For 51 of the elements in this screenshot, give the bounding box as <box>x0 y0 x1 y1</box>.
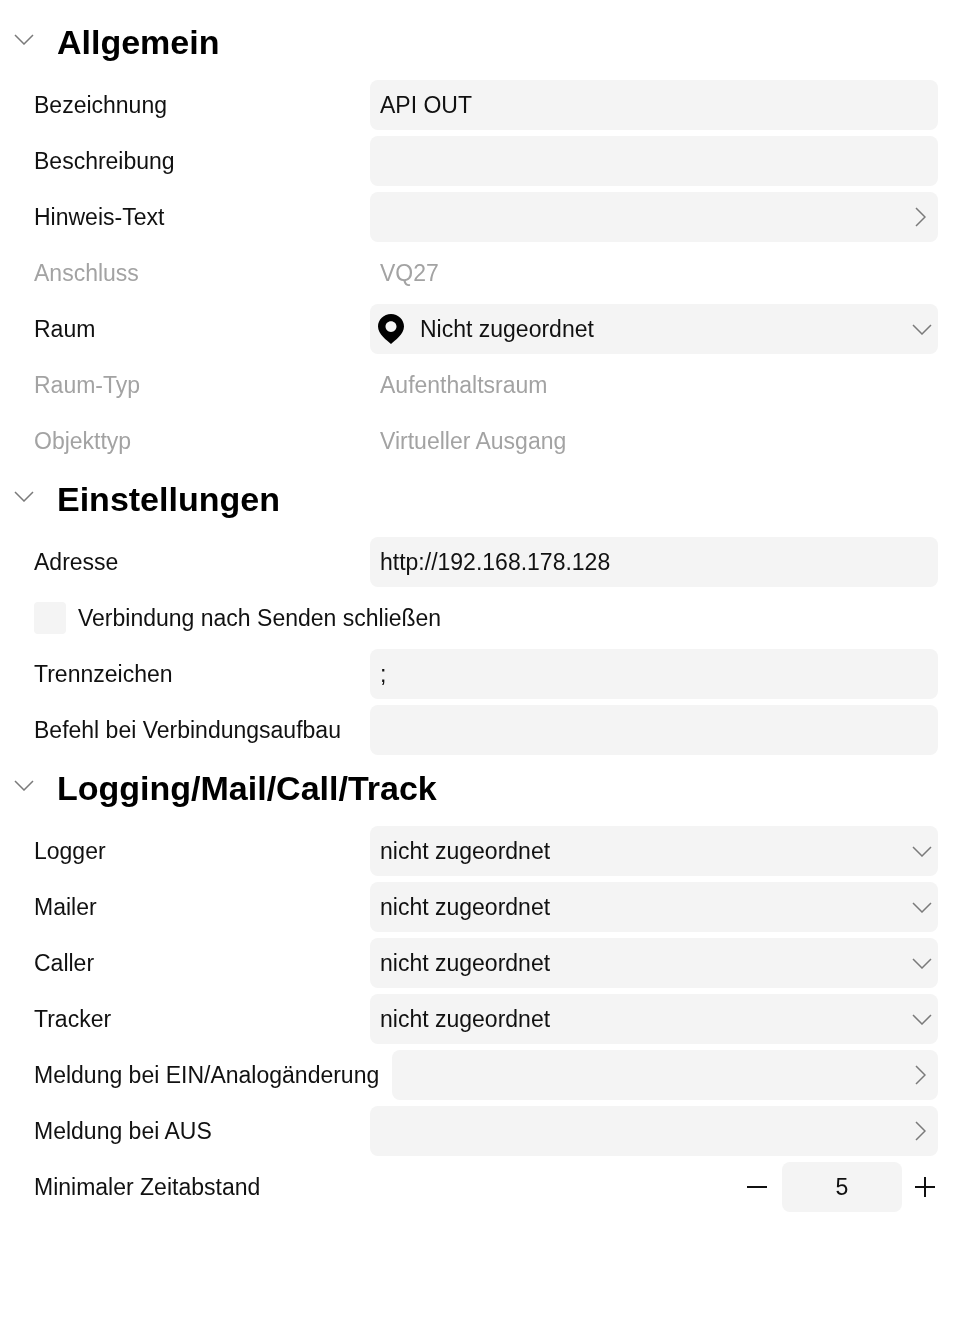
select-field[interactable]: nicht zugeordnet <box>370 994 938 1044</box>
chevron-down-icon <box>912 845 932 857</box>
select-field[interactable]: Nicht zugeordnet <box>370 304 938 354</box>
field-label: Caller <box>34 949 96 978</box>
section-title: Logging/Mail/Call/Track <box>57 768 437 808</box>
chevron-down-icon <box>912 957 932 969</box>
field-label: Beschreibung <box>34 147 176 176</box>
field-label: Minimaler Zeitabstand <box>34 1173 262 1202</box>
field-label: Logger <box>34 837 107 866</box>
chevron-down-icon <box>912 1013 932 1025</box>
text-field[interactable]: ; <box>370 649 938 699</box>
increment-button[interactable] <box>915 1177 935 1197</box>
number-field[interactable]: 5 <box>782 1162 902 1212</box>
text-field[interactable]: http://192.168.178.128 <box>370 537 938 587</box>
minus-icon <box>747 1186 767 1188</box>
field-label: Objekttyp <box>34 427 133 456</box>
checkbox-label: Verbindung nach Senden schließen <box>78 604 442 633</box>
link-field[interactable] <box>370 1106 938 1156</box>
map-pin-icon <box>378 314 404 344</box>
field-label: Meldung bei EIN/Analogänderung <box>34 1061 380 1090</box>
field-value: VQ27 <box>379 259 439 288</box>
chevron-right-icon <box>915 207 926 227</box>
field-label: Bezeichnung <box>34 91 168 120</box>
link-field[interactable] <box>392 1050 938 1100</box>
field-value: Virtueller Ausgang <box>379 427 567 456</box>
chevron-down-icon[interactable] <box>14 33 34 45</box>
chevron-right-icon <box>915 1065 926 1085</box>
field-label: Raum <box>34 315 97 344</box>
field-label: Tracker <box>34 1005 113 1034</box>
plus-icon <box>915 1177 935 1197</box>
field-value: Aufenthaltsraum <box>379 371 548 400</box>
section-title: Einstellungen <box>57 479 280 519</box>
link-field[interactable] <box>370 192 938 242</box>
select-field[interactable]: nicht zugeordnet <box>370 938 938 988</box>
field-label: Mailer <box>34 893 98 922</box>
field-label: Raum-Typ <box>34 371 142 400</box>
field-label: Befehl bei Verbindungsaufbau <box>34 716 342 745</box>
field-label: Meldung bei AUS <box>34 1117 213 1146</box>
select-field[interactable]: nicht zugeordnet <box>370 826 938 876</box>
chevron-down-icon[interactable] <box>14 490 34 502</box>
chevron-down-icon <box>912 323 932 335</box>
field-label: Hinweis-Text <box>34 203 166 232</box>
chevron-right-icon <box>915 1121 926 1141</box>
field-label: Adresse <box>34 548 120 577</box>
field-label: Anschluss <box>34 259 140 288</box>
chevron-down-icon[interactable] <box>14 779 34 791</box>
chevron-down-icon <box>912 901 932 913</box>
text-field[interactable]: API OUT <box>370 80 938 130</box>
select-field[interactable]: nicht zugeordnet <box>370 882 938 932</box>
field-label: Trennzeichen <box>34 660 174 689</box>
section-title: Allgemein <box>57 22 220 62</box>
